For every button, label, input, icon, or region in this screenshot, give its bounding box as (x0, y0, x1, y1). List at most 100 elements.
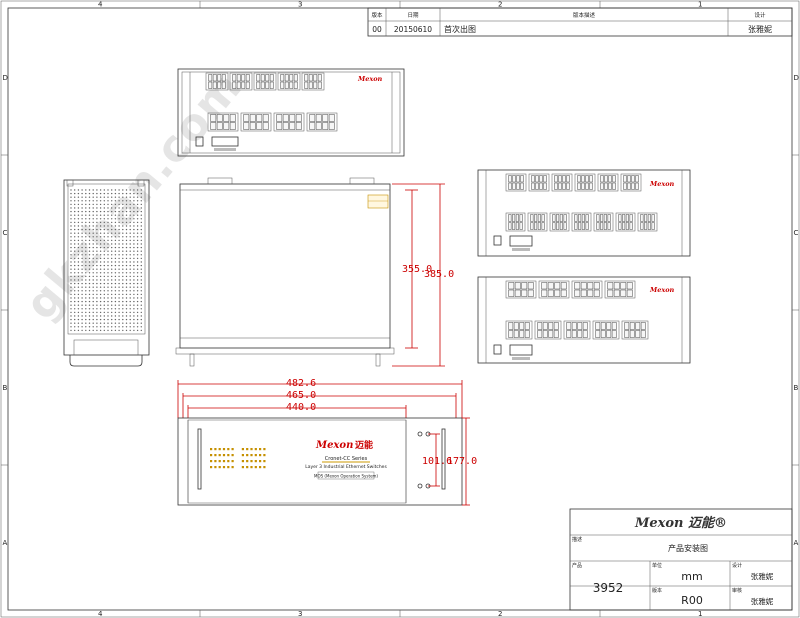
vent-hole (114, 246, 117, 249)
vent-hole (77, 286, 80, 288)
port (512, 182, 516, 190)
port (566, 175, 570, 183)
vent-hole (107, 257, 109, 260)
vent-hole (133, 279, 135, 281)
port (210, 122, 217, 130)
port (265, 81, 270, 89)
vent-hole (88, 207, 91, 209)
vent-hole (96, 192, 98, 195)
vent-hole (81, 286, 83, 288)
vent-hole (96, 268, 98, 270)
zone-bottom-1: 4 (98, 610, 103, 618)
vent-hole (111, 192, 113, 195)
status-led (254, 454, 257, 457)
terminal-block (211, 136, 239, 147)
vent-hole (81, 264, 83, 267)
vent-hole (88, 329, 91, 332)
vent-hole (125, 329, 128, 332)
port (280, 81, 285, 89)
vent-hole (107, 207, 109, 209)
vent-hole (136, 290, 139, 292)
port (519, 214, 523, 222)
vent-hole (103, 275, 106, 278)
vent-hole (70, 268, 72, 270)
vent-hole (92, 200, 94, 202)
vent-hole (114, 279, 117, 281)
vent-hole (136, 257, 139, 260)
port (212, 74, 217, 82)
vent-hole (70, 257, 72, 260)
vent-hole (125, 232, 128, 234)
vent-hole (140, 232, 142, 234)
vent-hole (125, 275, 128, 278)
vent-hole (129, 290, 131, 292)
vent-hole (85, 200, 87, 202)
port (559, 214, 563, 222)
vent-hole (118, 279, 120, 281)
vent-hole (114, 300, 117, 303)
port (256, 122, 263, 130)
vent-hole (136, 192, 139, 195)
port (571, 322, 577, 330)
port (295, 122, 302, 130)
port (269, 81, 274, 89)
port (516, 182, 520, 190)
vent-hole (140, 272, 142, 274)
width-ears-label: 465.0 (286, 390, 316, 401)
vent-hole (133, 232, 135, 234)
vent-hole (111, 290, 113, 292)
vent-hole (111, 275, 113, 278)
vent-hole (133, 189, 135, 191)
vent-hole (81, 243, 83, 245)
port (514, 282, 521, 290)
vent-hole (77, 311, 80, 314)
vent-hole (114, 243, 117, 245)
vent-hole (99, 272, 102, 274)
vent-hole (133, 264, 135, 267)
vent-hole (88, 257, 91, 260)
vent-hole (74, 318, 76, 321)
vent-hole (122, 250, 124, 252)
vent-hole (133, 290, 135, 292)
port (210, 114, 217, 122)
vent-hole (88, 326, 91, 328)
vent-hole (118, 210, 120, 213)
vent-hole (118, 239, 120, 242)
vent-hole (129, 297, 131, 299)
status-led (210, 448, 213, 451)
vent-hole (136, 315, 139, 317)
port (562, 182, 566, 190)
vent-hole (70, 308, 72, 310)
vent-hole (85, 272, 87, 274)
vent-hole (111, 239, 113, 242)
vent-hole (136, 254, 139, 256)
vent-hole (125, 293, 128, 296)
vent-hole (136, 200, 139, 202)
port (315, 122, 322, 130)
vent-hole (96, 221, 98, 224)
vent-hole (125, 192, 128, 195)
vent-hole (107, 322, 109, 324)
vent-hole (140, 275, 142, 278)
vent-hole (74, 221, 76, 224)
vent-hole (74, 300, 76, 303)
port (651, 222, 655, 230)
vent-hole (133, 275, 135, 278)
product-label: 产品 (572, 562, 582, 569)
vent-hole (107, 290, 109, 292)
port (304, 81, 309, 89)
port (221, 74, 226, 82)
port (607, 289, 614, 297)
vent-hole (107, 272, 109, 274)
vent-hole (85, 210, 87, 213)
vent-hole (133, 293, 135, 296)
status-led (210, 466, 213, 469)
vent-hole (122, 286, 124, 288)
vent-hole (99, 264, 102, 267)
port (308, 74, 313, 82)
vent-hole (140, 315, 142, 317)
port (625, 222, 629, 230)
vent-hole (129, 308, 131, 310)
description: 产品安装图 (668, 543, 708, 553)
vent-hole (125, 236, 128, 238)
